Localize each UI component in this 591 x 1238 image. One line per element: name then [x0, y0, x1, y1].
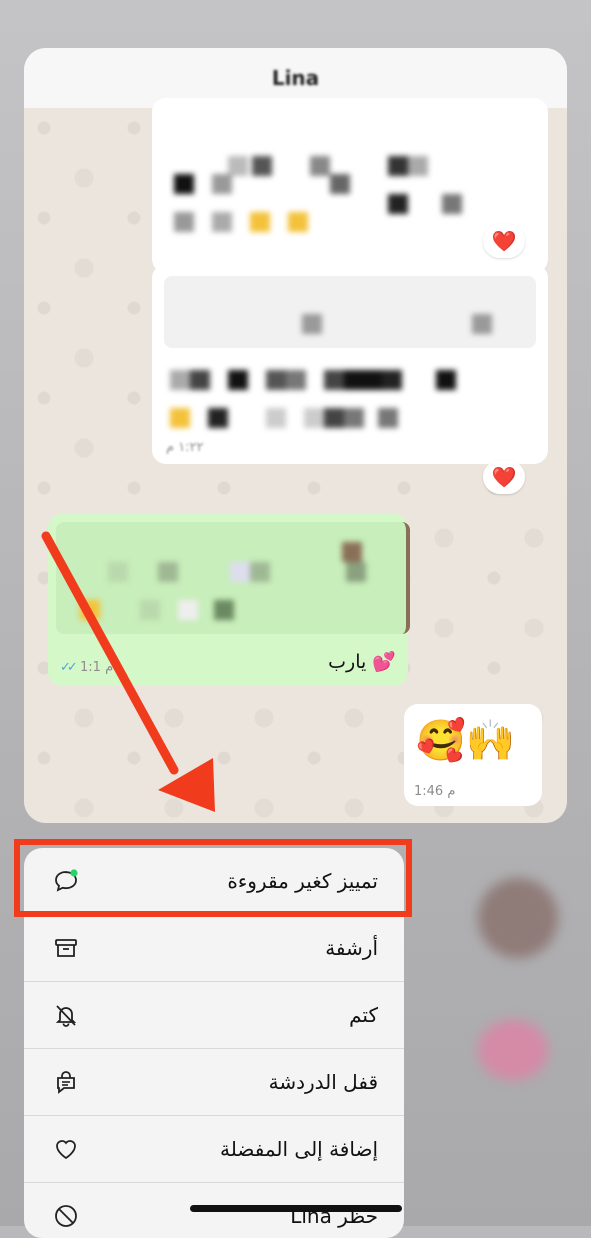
message-text: 🥰🙌 [416, 718, 516, 764]
menu-item-label: أرشفة [325, 936, 378, 960]
menu-item-add-favorite[interactable]: إضافة إلى المفضلة [24, 1116, 404, 1183]
message-time: 1:1 م [80, 660, 114, 675]
menu-item-mute[interactable]: كتم [24, 982, 404, 1049]
message-time: 1:46 م [414, 784, 456, 799]
incoming-message[interactable]: 🥰🙌 1:46 م [404, 704, 542, 806]
highlight-box [14, 839, 412, 917]
message-text: يارب 💕 [328, 651, 396, 673]
contact-name: Lina [271, 66, 320, 90]
mute-bell-icon [55, 1005, 77, 1027]
chat-preview[interactable]: Lina ❤️ ١:٢٢ م ❤️ يارب 💕 ✓✓ 1:1 م 🥰🙌 1:4… [24, 48, 567, 823]
background-avatar [478, 878, 558, 958]
menu-item-lock-chat[interactable]: قفل الدردشة [24, 1049, 404, 1116]
menu-item-label: قفل الدردشة [268, 1070, 378, 1094]
heart-reaction[interactable]: ❤️ [483, 460, 525, 494]
outgoing-message[interactable]: يارب 💕 ✓✓ 1:1 م [48, 514, 410, 686]
archive-icon [55, 939, 77, 957]
lock-chat-icon [57, 1071, 75, 1094]
menu-item-label: كتم [349, 1003, 378, 1027]
quoted-preview [164, 276, 536, 348]
read-receipt-icon: ✓✓ [60, 660, 78, 675]
heart-reaction[interactable]: ❤️ [483, 224, 525, 258]
background-avatar [478, 1020, 548, 1080]
home-indicator [190, 1205, 402, 1212]
message-time: ١:٢٢ م [166, 440, 204, 455]
menu-item-archive[interactable]: أرشفة [24, 915, 404, 982]
menu-item-label: إضافة إلى المفضلة [220, 1137, 378, 1161]
incoming-message[interactable]: ١:٢٢ م [152, 264, 548, 464]
heart-icon [56, 1140, 76, 1160]
